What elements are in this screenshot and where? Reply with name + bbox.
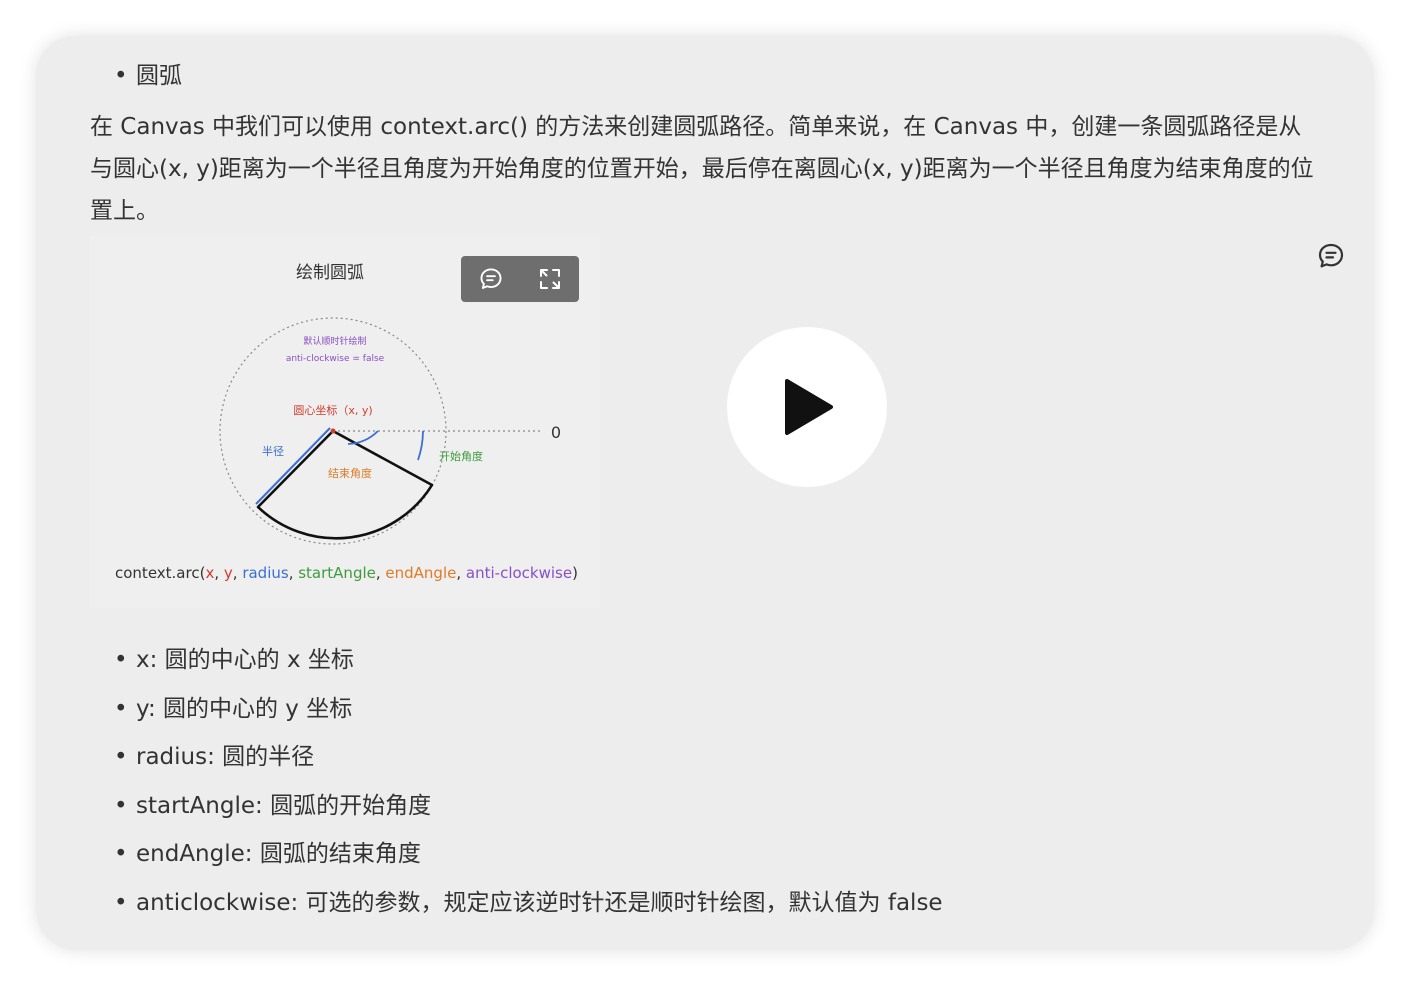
sig-sep: ,: [375, 564, 386, 582]
sig-x: x: [205, 564, 215, 582]
sig-sep: ,: [214, 564, 224, 582]
label-end: 结束角度: [328, 466, 372, 480]
sig-sep: ,: [232, 564, 243, 582]
list-item: • radius: 圆的半径: [114, 744, 315, 771]
label-radius: 半径: [262, 444, 284, 458]
play-icon: [785, 379, 833, 435]
list-item: • anticlockwise: 可选的参数，规定应该逆时针还是顺时针绘图，默认值…: [114, 889, 943, 916]
arc-figure[interactable]: 绘制圆弧 默认顺时针绘制 anti-clockwise = false 圆心坐标…: [90, 236, 600, 608]
list-item-text: radius: 圆的半径: [136, 744, 315, 771]
param-list: • x: 圆的中心的 x 坐标 • y: 圆的中心的 y 坐标 • radius: 圆…: [114, 636, 943, 928]
sig-close: ): [572, 564, 578, 582]
fullscreen-icon[interactable]: [535, 264, 565, 294]
sig-y: y: [223, 564, 233, 582]
arc-sector: [256, 429, 434, 540]
figure-toolbar: [461, 256, 579, 302]
label-anticlockwise: anti-clockwise = false: [286, 354, 385, 364]
radius-marker: [255, 427, 331, 505]
sig-fn: context.arc(: [115, 564, 206, 582]
sig-sep: ,: [288, 564, 299, 582]
list-item: • x: 圆的中心的 x 坐标: [114, 647, 354, 673]
list-item-text: anticlockwise: 可选的参数，规定应该逆时针还是顺时针绘图，默认值为…: [136, 889, 943, 916]
label-center: 圆心坐标（x, y): [293, 403, 372, 417]
list-item: • endAngle: 圆弧的结束角度: [114, 841, 421, 868]
comment-icon[interactable]: [476, 264, 506, 294]
list-item: • startAngle: 圆弧的开始角度: [114, 792, 432, 819]
start-angle-arc: [417, 430, 424, 461]
list-item: • y: 圆的中心的 y 坐标: [114, 695, 353, 722]
play-button[interactable]: [727, 327, 887, 487]
label-zero: 0: [551, 423, 561, 442]
list-item-text: y: 圆的中心的 y 坐标: [136, 695, 353, 722]
sig-end: endAngle: [385, 564, 457, 582]
comment-icon[interactable]: [1316, 241, 1346, 271]
sig-sep: ,: [456, 564, 466, 582]
label-default: 默认顺时针绘制: [303, 335, 366, 347]
list-item-text: endAngle: 圆弧的结束角度: [136, 841, 421, 868]
center-dot: [330, 428, 336, 434]
arc-signature: context.arc(x, y, radius, startAngle, en…: [115, 564, 578, 582]
list-item-text: x: 圆的中心的 x 坐标: [136, 647, 354, 673]
label-start: 开始角度: [439, 449, 483, 463]
sig-anti: anti-clockwise: [465, 564, 573, 582]
list-item: • 圆弧: [114, 63, 182, 89]
content-card: • 圆弧 在 Canvas 中我们可以使用 context.arc() 的方法来创…: [36, 36, 1374, 950]
list-item-text: 圆弧: [136, 63, 182, 89]
sig-radius: radius: [242, 564, 289, 582]
sig-start: startAngle: [298, 564, 376, 582]
list-item-text: startAngle: 圆弧的开始角度: [136, 792, 432, 819]
paragraph: 在 Canvas 中我们可以使用 context.arc() 的方法来创建圆弧路…: [90, 114, 1314, 224]
